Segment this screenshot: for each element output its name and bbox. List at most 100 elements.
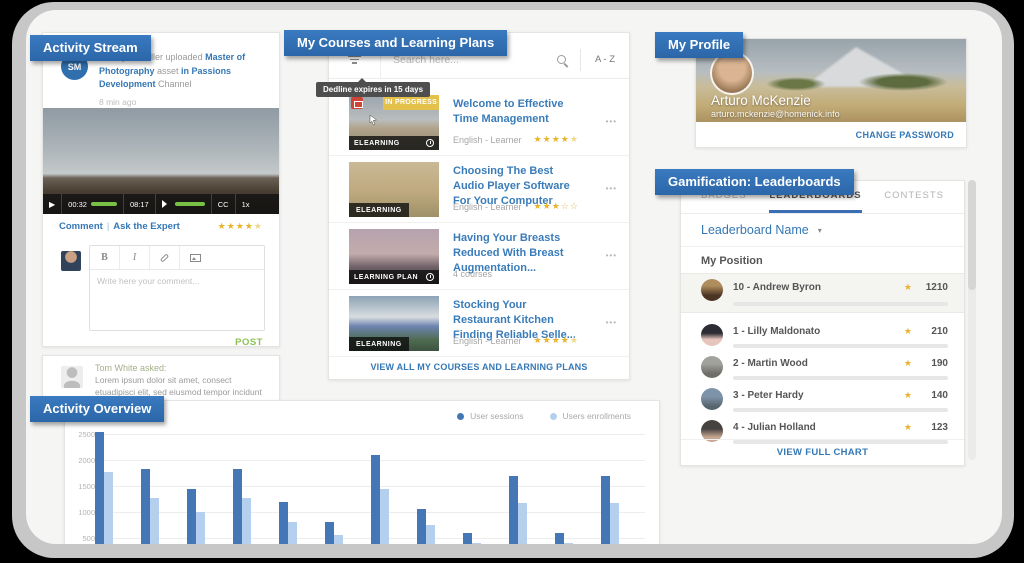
chevron-down-icon: ▾ xyxy=(818,226,822,235)
gamification-card: BADGES LEADERBOARDS CONTESTS Leaderboard… xyxy=(680,180,965,466)
bar-enrollments xyxy=(610,503,619,544)
activity-stream-card: SM Stacey M. Miller uploaded Master of P… xyxy=(42,32,280,347)
course-subtitle: English - Learner xyxy=(453,135,522,145)
course-menu-button[interactable]: ••• xyxy=(606,184,617,193)
bar-enrollments xyxy=(104,472,113,544)
course-subtitle: English - Learner xyxy=(453,336,522,346)
volume-bar[interactable] xyxy=(175,202,205,206)
view-full-chart-link[interactable]: VIEW FULL CHART xyxy=(681,439,964,465)
tab-contests[interactable]: CONTESTS xyxy=(884,181,944,213)
view-all-courses-link[interactable]: VIEW ALL MY COURSES AND LEARNING PLANS xyxy=(329,355,629,379)
course-rating-stars: ★★★★★ xyxy=(534,336,579,346)
leaderboard-row: 1 - Lilly Maldonato ★ 210 xyxy=(681,321,964,353)
play-button[interactable]: ▶ xyxy=(43,194,61,214)
bar-enrollments xyxy=(426,525,435,544)
video-controls: ▶ 00:32 08:17 CC 1x xyxy=(43,194,279,214)
gamification-title: Gamification: Leaderboards xyxy=(668,174,841,189)
chart-legend: User sessions Users enrollments xyxy=(457,411,631,421)
star-icon: ★ xyxy=(904,391,912,401)
image-button[interactable] xyxy=(180,246,210,269)
comment-composer: B I xyxy=(89,245,265,331)
legend-users-enrollments[interactable]: Users enrollments xyxy=(550,411,632,421)
activity-stream-header: Activity Stream xyxy=(30,35,151,61)
course-subtitle: 4 courses xyxy=(453,269,492,279)
link-button[interactable] xyxy=(150,246,180,269)
courses-header: My Courses and Learning Plans xyxy=(284,30,507,56)
courses-card: A - Z Dedline expires in 15 days IN PROG… xyxy=(328,32,630,380)
avatar xyxy=(701,356,723,378)
bar-sessions xyxy=(601,476,610,544)
leaderboard-points: 1210 xyxy=(926,282,948,293)
avatar xyxy=(61,366,83,388)
course-row[interactable]: IN PROGRESS ELEARNING Welcome to Effecti… xyxy=(329,89,629,156)
course-row[interactable]: LEARNING PLAN Having Your Breasts Reduce… xyxy=(329,223,629,290)
speed-button[interactable]: 1x xyxy=(235,194,256,214)
ask-expert-link[interactable]: Ask the Expert xyxy=(113,221,180,232)
course-type-badge: LEARNING PLAN xyxy=(354,274,418,281)
bold-button[interactable]: B xyxy=(90,246,120,269)
bar-enrollments xyxy=(150,498,159,544)
star-icon: ★ xyxy=(904,359,912,369)
course-type-badge: ELEARNING xyxy=(349,203,409,217)
avatar xyxy=(701,324,723,346)
bar-sessions xyxy=(463,533,472,544)
post-timestamp: 8 min ago xyxy=(99,97,136,107)
bar-sessions xyxy=(325,522,334,544)
course-thumbnail[interactable]: LEARNING PLAN xyxy=(349,229,439,284)
scrollbar-thumb[interactable] xyxy=(968,180,976,290)
course-thumbnail[interactable]: ELEARNING xyxy=(349,162,439,217)
bar-enrollments xyxy=(472,543,481,544)
italic-button[interactable]: I xyxy=(120,246,150,269)
bar-sessions xyxy=(417,509,426,544)
leaderboard-rank-name: 1 - Lilly Maldonato xyxy=(733,326,820,337)
avatar xyxy=(701,279,723,301)
scrollbar[interactable] xyxy=(968,180,976,460)
chart-bars[interactable] xyxy=(95,426,651,544)
video-player[interactable]: ▶ 00:32 08:17 CC 1x xyxy=(43,108,279,214)
course-menu-button[interactable]: ••• xyxy=(606,117,617,126)
bar-sessions xyxy=(95,432,104,544)
comment-input[interactable] xyxy=(90,270,264,328)
bar-enrollments xyxy=(288,522,297,544)
course-rating-stars: ★★★☆☆ xyxy=(534,202,579,212)
post-rating-stars[interactable]: ★★★★★ xyxy=(218,222,263,232)
cc-button[interactable]: CC xyxy=(211,194,235,214)
leaderboard-rank-name: 10 - Andrew Byron xyxy=(733,282,821,293)
legend-user-sessions[interactable]: User sessions xyxy=(457,411,523,421)
activity-stream-title: Activity Stream xyxy=(43,40,138,55)
legend-dot-enrollments xyxy=(550,413,557,420)
image-icon xyxy=(190,254,201,262)
leaderboard-select[interactable]: Leaderboard Name ▾ xyxy=(681,214,964,247)
course-menu-button[interactable]: ••• xyxy=(606,318,617,327)
course-title[interactable]: Welcome to Effective Time Management xyxy=(453,97,587,127)
course-row[interactable]: ELEARNING Choosing The Best Audio Player… xyxy=(329,156,629,223)
bar-sessions xyxy=(141,469,150,544)
bar-sessions xyxy=(509,476,518,544)
course-thumbnail[interactable]: IN PROGRESS ELEARNING xyxy=(349,95,439,150)
bar-enrollments xyxy=(242,498,251,544)
course-row[interactable]: ELEARNING Stocking Your Restaurant Kitch… xyxy=(329,290,629,357)
bar-sessions xyxy=(233,469,242,544)
cursor-icon xyxy=(367,113,379,127)
star-icon: ★ xyxy=(904,423,912,433)
comment-link[interactable]: Comment xyxy=(59,221,103,232)
y-axis-tick: 2500 xyxy=(69,430,95,439)
y-axis-tick: 500 xyxy=(69,534,95,543)
post-button[interactable]: POST xyxy=(235,337,263,348)
video-progress-bar[interactable] xyxy=(91,202,117,206)
bar-enrollments xyxy=(196,512,205,544)
post-actions: Comment | Ask the Expert ★★★★★ xyxy=(43,221,279,232)
question-header[interactable]: Tom White asked: xyxy=(95,363,167,373)
clock-icon xyxy=(426,273,434,281)
leaderboard-select-value: Leaderboard Name xyxy=(701,223,809,237)
star-icon: ★ xyxy=(904,327,912,337)
leaderboard-points: 190 xyxy=(931,358,948,369)
search-icon[interactable] xyxy=(557,55,566,64)
volume-control[interactable] xyxy=(155,194,211,214)
change-password-link[interactable]: CHANGE PASSWORD xyxy=(856,130,954,140)
deadline-tooltip: Dedline expires in 15 days xyxy=(316,82,430,97)
course-menu-button[interactable]: ••• xyxy=(606,251,617,260)
course-thumbnail[interactable]: ELEARNING xyxy=(349,296,439,351)
bar-enrollments xyxy=(334,535,343,544)
sort-az-button[interactable]: A - Z xyxy=(581,54,629,65)
